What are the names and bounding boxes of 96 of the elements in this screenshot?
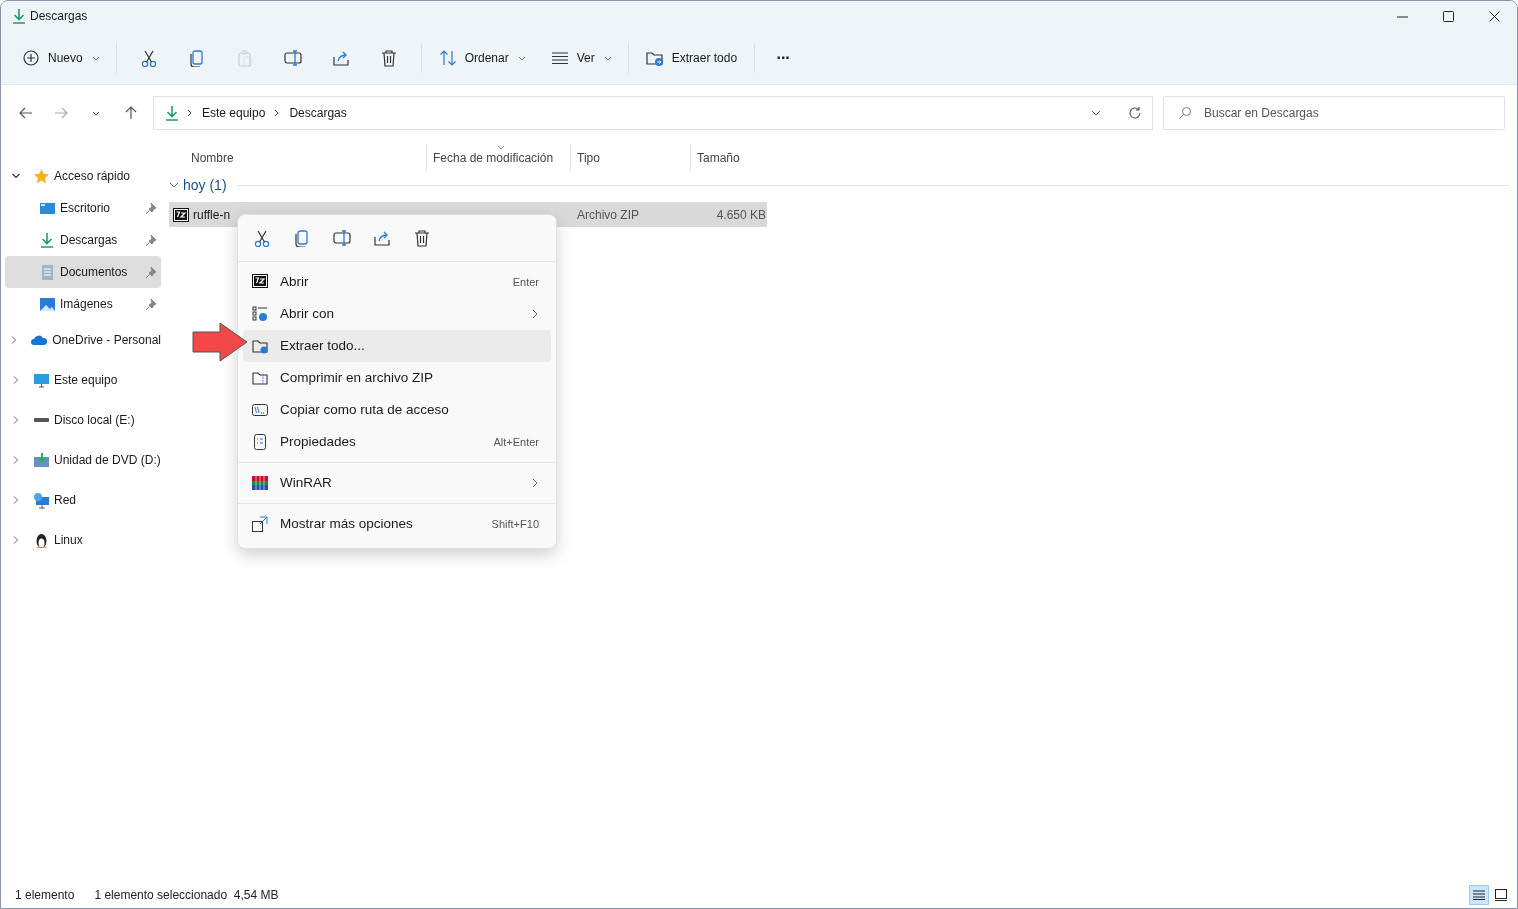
column-header[interactable]: Tipo — [577, 149, 600, 167]
chevron-right-icon — [531, 308, 539, 320]
download-icon — [39, 231, 56, 249]
search-field[interactable]: Buscar en Descargas — [1163, 95, 1505, 130]
copy-icon — [187, 48, 206, 67]
zip-folder-icon — [252, 370, 268, 386]
extract-all-button[interactable]: Extraer todo — [636, 40, 747, 75]
chevron-right-icon — [11, 375, 21, 385]
status-text: 1 elemento seleccionado 4,54 MB — [94, 887, 279, 904]
menu-item[interactable]: Propiedades Alt+Enter — [243, 426, 551, 458]
pin-icon — [145, 297, 157, 311]
sidebar-item[interactable]: Este equipo — [5, 360, 161, 400]
group-header[interactable]: hoy (1) — [169, 174, 227, 196]
download-icon — [164, 104, 180, 121]
menu-item[interactable]: WinRAR — [243, 467, 551, 499]
books-icon — [252, 475, 268, 491]
chevron-right-icon — [11, 535, 21, 545]
search-icon — [1178, 105, 1192, 120]
search-input[interactable]: Buscar en Descargas — [1204, 103, 1504, 122]
cut-icon — [139, 48, 158, 67]
address-bar[interactable]: Este equipo Descargas — [153, 95, 1153, 130]
menu-item[interactable]: Abrir Enter — [243, 266, 551, 298]
sidebar-item[interactable]: Descargas — [5, 224, 161, 256]
rename-icon — [333, 229, 351, 247]
sidebar-item[interactable]: Red — [5, 480, 161, 520]
view-button[interactable]: Ver — [541, 40, 620, 75]
pin-icon — [145, 201, 157, 215]
shortcut-text: Enter — [512, 274, 539, 290]
sidebar-item[interactable]: Documentos — [5, 256, 161, 288]
paste-icon — [235, 48, 254, 67]
archive-icon — [252, 274, 268, 290]
rename-icon — [283, 48, 302, 67]
document-icon — [39, 263, 56, 281]
properties-icon — [252, 434, 268, 450]
menu-item[interactable]: Abrir con — [243, 298, 551, 330]
chevron-right-icon — [531, 477, 539, 489]
tiles-view-icon[interactable] — [1495, 889, 1507, 901]
plus-circle-icon — [22, 48, 40, 67]
sidebar-item[interactable]: Acceso rápido — [5, 160, 161, 192]
download-icon — [11, 8, 27, 24]
breadcrumb[interactable]: Este equipo — [200, 103, 268, 122]
column-header[interactable]: Tamaño — [697, 149, 740, 167]
chevron-right-icon — [11, 415, 21, 425]
table-cell-text: ruffle-n — [193, 206, 231, 224]
chevron-down-icon — [11, 171, 21, 181]
more-button[interactable]: ··· — [763, 40, 804, 75]
archive-icon — [173, 207, 189, 222]
chevron-right-icon — [11, 495, 21, 505]
menu-item[interactable]: Mostrar más opciones Shift+F10 — [243, 508, 551, 540]
table-cell: 4.650 KB — [716, 207, 766, 222]
sidebar-item[interactable]: Imágenes — [5, 288, 161, 320]
sort-caret-icon — [497, 145, 505, 151]
app-list-icon — [252, 306, 268, 322]
breadcrumb[interactable]: Descargas — [287, 103, 349, 122]
sidebar-item[interactable]: Linux — [5, 520, 161, 560]
chevron-icon — [186, 107, 194, 118]
chevron-right-icon — [11, 455, 21, 465]
drive-icon — [34, 418, 49, 422]
menu-item[interactable]: Extraer todo... — [243, 330, 551, 362]
sort-arrows-icon — [438, 48, 457, 67]
trash-icon — [379, 48, 398, 67]
sort-button[interactable]: Ordenar — [429, 40, 534, 75]
column-header[interactable]: Fecha de modificación — [433, 149, 554, 167]
sidebar-item[interactable]: Unidad de DVD (D:) — [5, 440, 161, 480]
table-cell: Archivo ZIP — [577, 207, 639, 222]
shortcut-text: Alt+Enter — [493, 434, 539, 450]
maximize-icon[interactable] — [1440, 8, 1456, 24]
refresh-icon — [1128, 105, 1142, 120]
menu-item[interactable]: Copiar como ruta de acceso — [243, 394, 551, 426]
network-icon — [33, 491, 50, 509]
path-icon — [252, 402, 268, 418]
chevron-down-icon — [169, 180, 179, 190]
star-icon — [33, 167, 50, 185]
pin-icon — [145, 265, 157, 279]
sidebar-item[interactable]: Disco local (E:) — [5, 400, 161, 440]
details-view-icon[interactable] — [1473, 890, 1485, 900]
pin-icon — [145, 233, 157, 247]
image-icon — [39, 295, 56, 313]
monitor-icon — [33, 371, 50, 389]
folder-icon — [252, 338, 268, 354]
new-button[interactable]: Nuevo — [13, 40, 108, 75]
status-text: 1 elemento — [15, 887, 75, 904]
column-header[interactable]: Nombre — [191, 149, 234, 167]
window-title: Descargas — [30, 8, 88, 25]
sidebar-item[interactable]: OneDrive - Personal — [5, 320, 161, 360]
trash-icon — [413, 229, 431, 247]
sidebar-item[interactable]: Escritorio — [5, 192, 161, 224]
cut-icon — [253, 229, 271, 247]
menu-item[interactable]: Comprimir en archivo ZIP — [243, 362, 551, 394]
expand-icon — [252, 516, 268, 532]
pointer-arrow — [192, 322, 249, 362]
share-icon — [373, 229, 391, 247]
shortcut-text: Shift+F10 — [491, 516, 539, 532]
copy-icon — [293, 229, 311, 247]
dvd-icon — [33, 451, 50, 469]
close-icon[interactable] — [1486, 8, 1502, 24]
